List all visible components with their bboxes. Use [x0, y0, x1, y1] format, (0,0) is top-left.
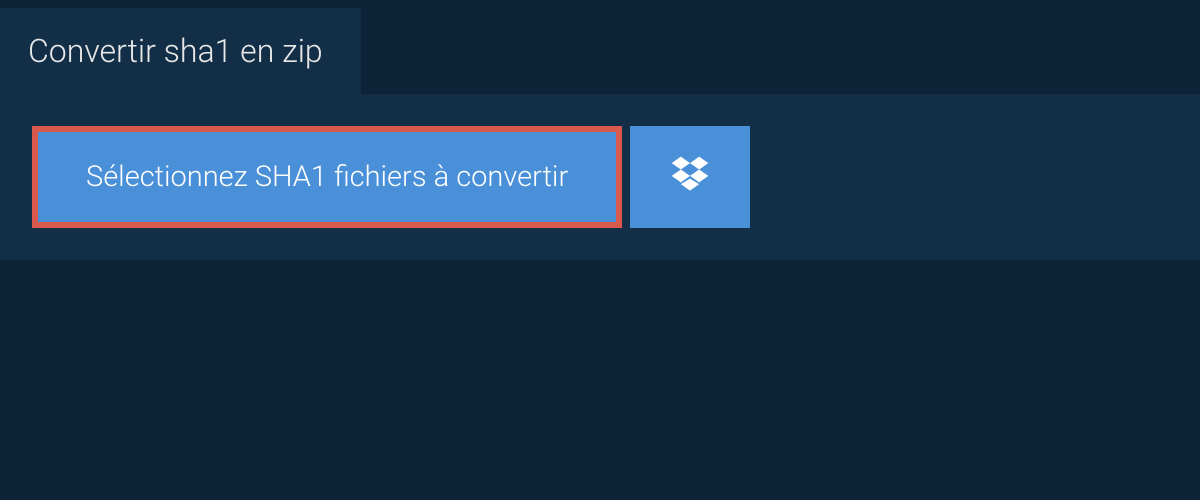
button-row: Sélectionnez SHA1 fichiers à convertir — [32, 126, 1168, 228]
select-files-button[interactable]: Sélectionnez SHA1 fichiers à convertir — [32, 126, 622, 228]
dropbox-button[interactable] — [630, 126, 750, 228]
select-files-label: Sélectionnez SHA1 fichiers à convertir — [86, 160, 568, 194]
tab-header: Convertir sha1 en zip — [0, 8, 361, 94]
content-panel: Sélectionnez SHA1 fichiers à convertir — [0, 94, 1200, 260]
tab-title: Convertir sha1 en zip — [28, 32, 323, 70]
dropbox-icon — [668, 153, 712, 201]
